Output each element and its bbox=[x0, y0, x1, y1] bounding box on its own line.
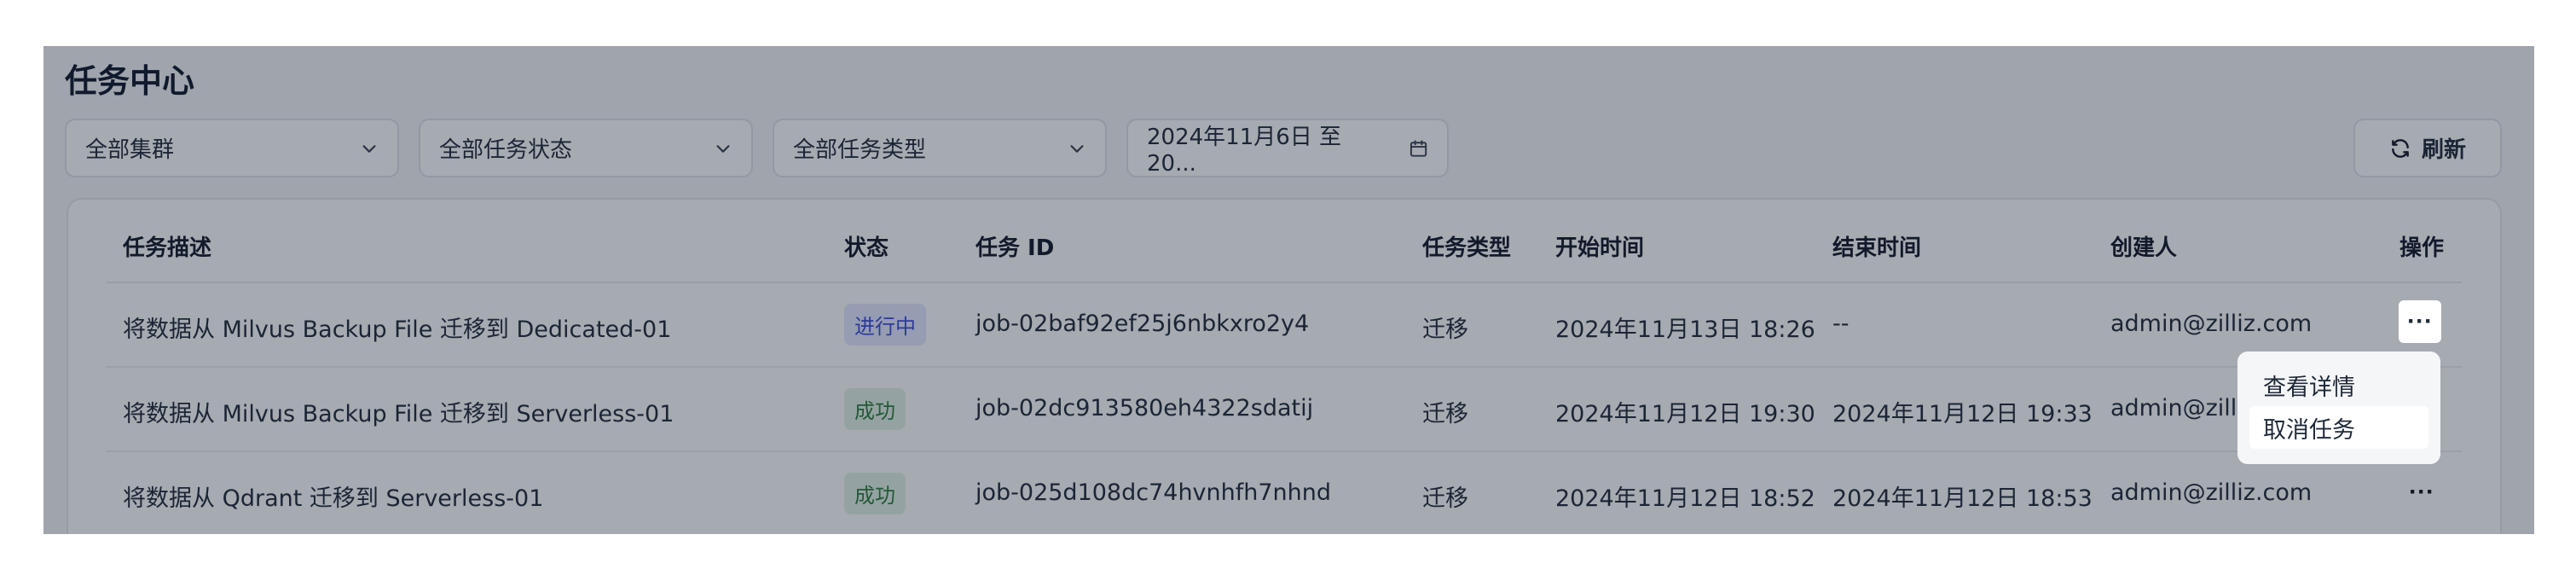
task-center-page: 任务中心 全部集群 全部任务状态 全部任务类型 2024年11月6日 至 20.… bbox=[43, 46, 2534, 534]
more-icon[interactable]: ··· bbox=[2399, 300, 2441, 343]
menu-item-cancel-task[interactable]: 取消任务 bbox=[2249, 406, 2428, 449]
menu-item-view-details[interactable]: 查看详情 bbox=[2249, 363, 2428, 406]
modal-overlay[interactable] bbox=[43, 46, 2534, 534]
row-action-menu: 查看详情 取消任务 bbox=[2237, 352, 2440, 464]
